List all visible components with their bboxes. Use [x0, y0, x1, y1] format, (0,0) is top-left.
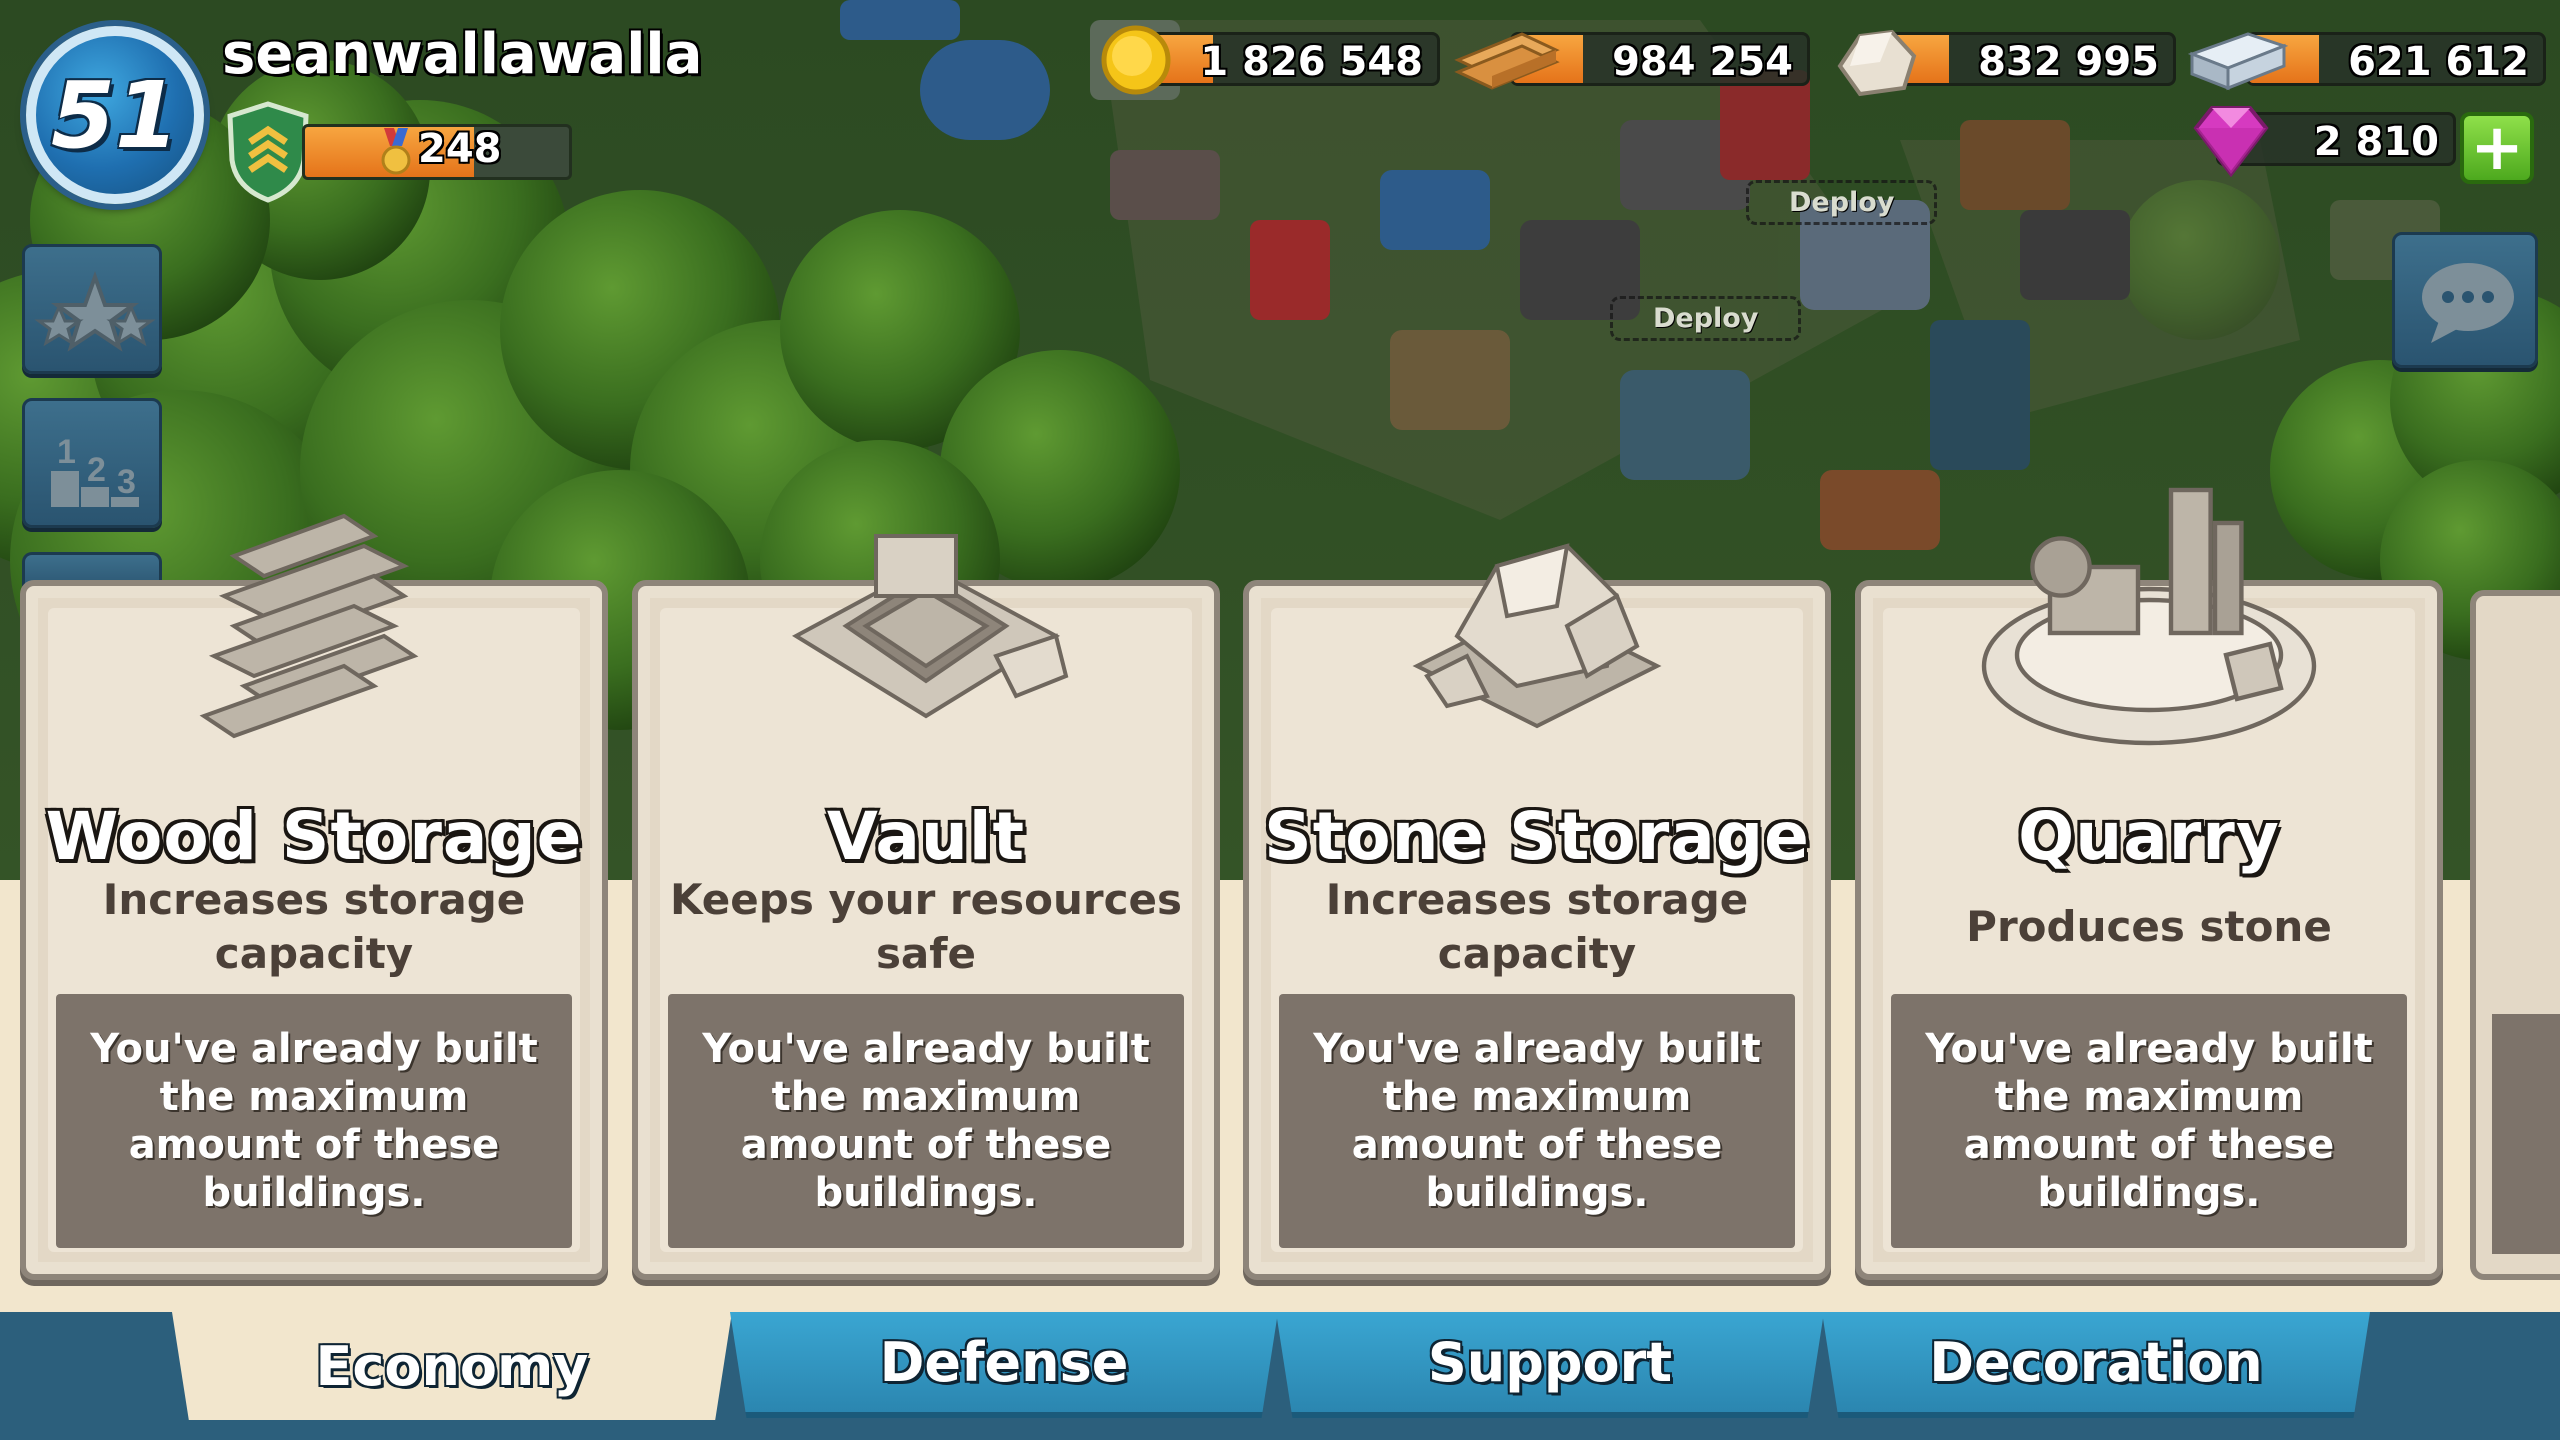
card-title: Quarry [2018, 798, 2280, 875]
side-button-stars[interactable] [22, 244, 162, 374]
player-level-badge[interactable]: 51 [26, 26, 204, 204]
deploy-label[interactable]: Deploy [1610, 296, 1802, 341]
diamond-icon [2193, 106, 2269, 178]
tab-support[interactable]: Support [1276, 1312, 1824, 1418]
stone-storage-icon [1412, 543, 1662, 729]
iron-amount: 621 612 [2348, 39, 2529, 85]
building-card-vault[interactable]: Vault Keeps your resources safe You've a… [632, 534, 1220, 1280]
chat-icon [2422, 263, 2514, 343]
gold-amount: 1 826 548 [1200, 39, 1423, 85]
deploy-label[interactable]: Deploy [1746, 180, 1938, 225]
rank-shield-icon[interactable] [226, 100, 310, 204]
stone-icon [1837, 29, 1917, 97]
card-subtitle: Produces stone [1966, 902, 2332, 951]
player-level: 51 [50, 61, 180, 169]
card-max-built-message: You've already built the maximum amount … [1891, 994, 2407, 1248]
svg-text:1: 1 [57, 433, 76, 471]
tab-defense[interactable]: Defense [730, 1312, 1278, 1418]
quarry-icon [1981, 487, 2317, 746]
building-card-wood-storage[interactable]: Wood Storage Increases storage capacity … [20, 513, 608, 1280]
building-card-partial[interactable] [2470, 590, 2560, 1280]
wood-planks-icon [1454, 32, 1560, 90]
add-diamonds-button[interactable]: + [2460, 112, 2534, 184]
wood-storage-icon [199, 513, 419, 739]
card-title: Stone Storage [1264, 798, 1810, 875]
svg-text:3: 3 [117, 463, 136, 501]
card-max-built-message: You've already built the maximum amount … [668, 994, 1184, 1248]
card-subtitle: Keeps your resources safe [670, 875, 1182, 978]
diamond-amount: 2 810 [2313, 119, 2439, 165]
side-button-leaderboard[interactable]: 1 2 3 [22, 398, 162, 528]
tab-decoration[interactable]: Decoration [1822, 1312, 2370, 1418]
iron-counter[interactable]: 621 612 [2246, 32, 2546, 86]
tab-economy[interactable]: Economy [172, 1312, 732, 1420]
plus-icon: + [2470, 111, 2524, 185]
xp-value: 248 [418, 126, 502, 172]
card-subtitle: Increases storage capacity [1325, 875, 1749, 978]
vault-icon [791, 534, 1069, 719]
card-max-built-message: You've already built the maximum amount … [1279, 994, 1795, 1248]
medal-icon [381, 128, 411, 175]
iron-bar-icon [2188, 32, 2288, 91]
card-title: Vault [826, 798, 1026, 875]
gold-counter[interactable]: 1 826 548 [1140, 32, 1440, 86]
stone-counter[interactable]: 832 995 [1876, 32, 2176, 86]
gold-coin-icon [1101, 25, 1171, 95]
stone-amount: 832 995 [1978, 39, 2159, 85]
player-name: seanwallawalla [222, 22, 703, 87]
wood-amount: 984 254 [1612, 39, 1793, 85]
card-max-built-message-partial [2492, 1014, 2560, 1254]
card-title: Wood Storage [45, 798, 583, 875]
svg-text:2: 2 [87, 451, 106, 489]
building-card-stone-storage[interactable]: Stone Storage Increases storage capacity… [1243, 543, 1831, 1280]
stars-icon [34, 271, 156, 352]
chat-button[interactable] [2392, 232, 2538, 368]
card-subtitle: Increases storage capacity [102, 875, 526, 978]
card-max-built-message: You've already built the maximum amount … [56, 994, 572, 1248]
building-card-quarry[interactable]: Quarry Produces stone You've already bui… [1855, 487, 2443, 1280]
